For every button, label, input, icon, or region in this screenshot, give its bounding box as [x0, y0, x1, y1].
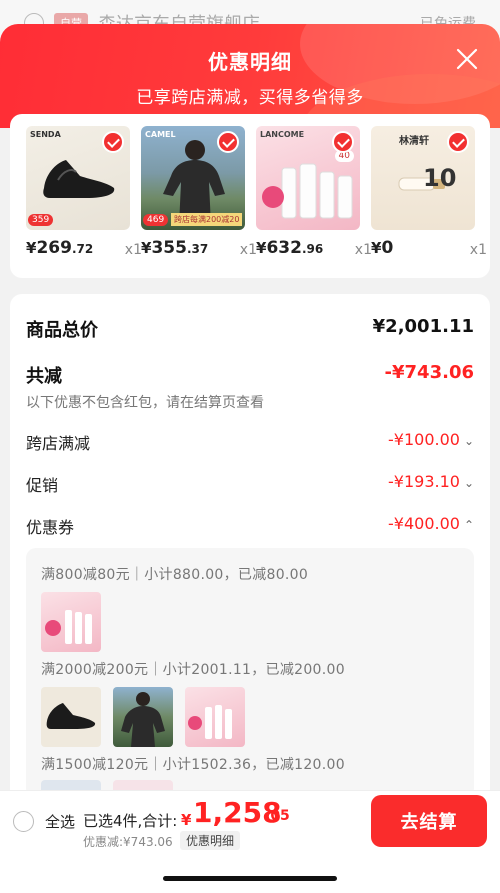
coupon-rule: 满1500减120元｜小计1502.36，已减120.00 — [41, 757, 345, 773]
discount-total: 优惠减:¥743.06 — [83, 835, 173, 849]
quantity: x1 — [354, 242, 372, 258]
selected-check-icon[interactable] — [447, 131, 469, 153]
selected-check-icon[interactable] — [217, 131, 239, 153]
quantity: x1 — [239, 242, 257, 258]
home-indicator — [163, 876, 337, 881]
quantity: x1 — [469, 242, 487, 258]
select-all-radio[interactable] — [13, 811, 34, 832]
total-amount-decimal: .05 — [265, 808, 290, 824]
coupon-product-thumbnail-jacket — [113, 687, 173, 747]
quantity: x1 — [124, 242, 142, 258]
total-reduce-label: 共减 — [26, 366, 62, 387]
discount-summary: 商品总价 ¥2,001.11 共减 -¥743.06 以下优惠不包含红包，请在结… — [10, 294, 490, 798]
header-subtitle: 已享跨店满减，买得多省得多 — [136, 88, 364, 108]
discount-item-label: 优惠券 — [26, 518, 75, 537]
checkout-bar: 全选 已选4件,合计: ¥ 1,258 .05 优惠减:¥743.06 优惠明细… — [0, 790, 500, 852]
selected-check-icon[interactable] — [332, 131, 354, 153]
home-area — [0, 852, 500, 893]
coupon-product-thumbnail-toner — [185, 687, 245, 747]
select-all-label[interactable]: 全选 — [45, 811, 75, 832]
discount-detail-header: 优惠明细 已享跨店满减，买得多省得多 — [0, 24, 500, 128]
discount-item-label: 跨店满减 — [26, 434, 91, 453]
coupon-product-thumbnail-shoes — [41, 687, 101, 747]
chevron-down-icon[interactable]: ⌄ — [464, 434, 474, 448]
product-item[interactable]: SENDA 359 ¥269.72 x1 — [26, 126, 142, 268]
product-item[interactable]: 林清轩 10 ¥0 x1 — [371, 126, 487, 268]
discount-item-amount: -¥100.00 — [388, 430, 460, 449]
header-title: 优惠明细 — [208, 50, 292, 74]
selected-count: 已选4件,合计: — [83, 812, 178, 830]
chevron-up-icon[interactable]: ⌃ — [464, 518, 474, 532]
discount-item-amount: -¥400.00 — [388, 514, 460, 533]
product-list: SENDA 359 ¥269.72 x1 CAMEL 469 跨店每满200减2… — [10, 114, 490, 278]
coupon-product-thumbnail-toner — [41, 592, 101, 652]
total-reduce-value: -¥743.06 — [384, 362, 474, 383]
coupon-rule: 满2000减200元｜小计2001.11，已减200.00 — [41, 662, 345, 678]
product-item[interactable]: LANCOME 40 ¥632.96 x1 — [256, 126, 372, 268]
checkout-button[interactable]: 去结算 — [371, 795, 487, 847]
discount-item-amount: -¥193.10 — [388, 472, 460, 491]
chevron-down-icon[interactable]: ⌄ — [464, 476, 474, 490]
close-icon[interactable] — [454, 46, 480, 72]
discount-item-label: 促销 — [26, 476, 59, 495]
total-currency: ¥ — [181, 811, 192, 829]
discount-detail-link[interactable]: 优惠明细 — [180, 831, 241, 850]
coupon-detail-list: 满800减80元｜小计880.00，已减80.00 满2000减200元｜小计2… — [26, 548, 474, 798]
total-price-label: 商品总价 — [26, 320, 98, 341]
coupon-rule: 满800减80元｜小计880.00，已减80.00 — [41, 567, 309, 583]
discount-note: 以下优惠不包含红包，请在结算页查看 — [26, 395, 264, 411]
product-item[interactable]: CAMEL 469 跨店每满200减20 ¥355.37 x1 — [141, 126, 257, 268]
selected-check-icon[interactable] — [102, 131, 124, 153]
total-price-value: ¥2,001.11 — [372, 316, 474, 337]
